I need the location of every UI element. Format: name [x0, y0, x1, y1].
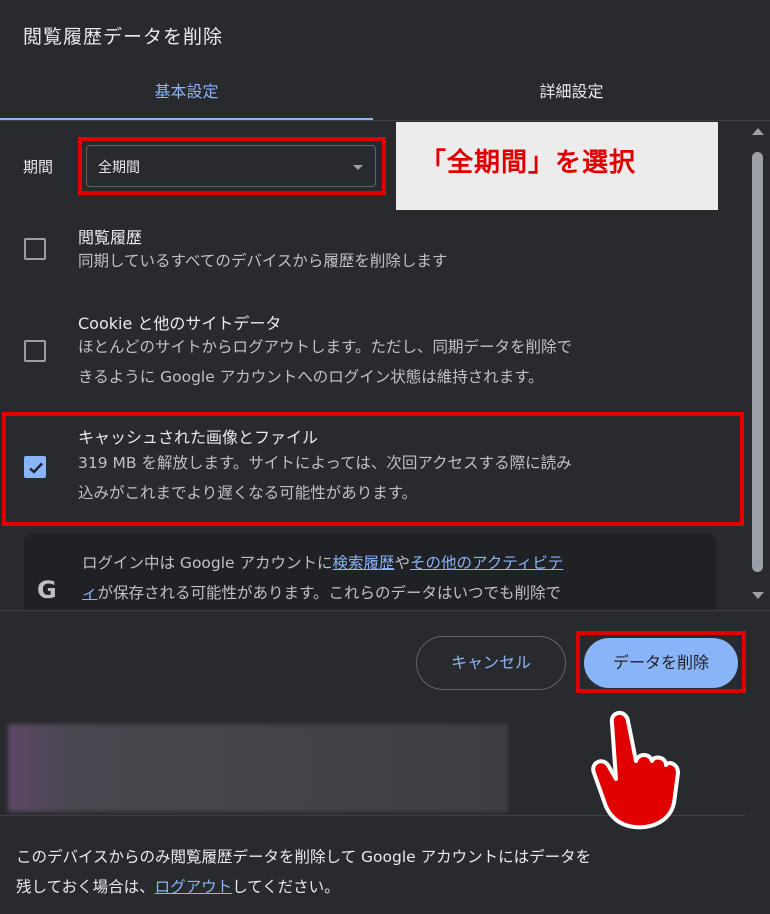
callout-text: 「全期間」を選択 — [420, 148, 637, 178]
tab-basic-settings[interactable]: 基本設定 — [0, 70, 373, 120]
item-description-line: きるように Google アカウントへのログイン状態は維持されます。 — [78, 368, 544, 386]
annotation-callout: 「全期間」を選択 — [396, 122, 718, 210]
cancel-button[interactable]: キャンセル — [416, 636, 566, 690]
blurred-account-area — [8, 724, 508, 812]
other-activity-link-cont[interactable]: ィ — [82, 584, 98, 602]
dialog-title: 閲覧履歴データを削除 — [23, 26, 224, 48]
logout-hint-text: このデバイスからのみ閲覧履歴データを削除して Google アカウントにはデータ… — [16, 842, 756, 902]
tab-advanced-settings[interactable]: 詳細設定 — [373, 70, 770, 120]
logout-link[interactable]: ログアウト — [155, 878, 233, 896]
period-selected-value: 全期間 — [98, 160, 140, 176]
logout-hint-part: 残しておく場合は、 — [16, 878, 155, 896]
pointing-hand-icon — [591, 711, 680, 830]
google-account-info-card: G ログイン中は Google アカウントに検索履歴やその他のアクティビティが保… — [24, 534, 716, 610]
info-text-part: が保存される可能性があります。これらのデータはいつでも削除で — [97, 584, 561, 602]
item-description-line: ほとんどのサイトからログアウトします。ただし、同期データを削除で — [78, 338, 572, 356]
scroll-up-arrow-icon[interactable] — [752, 128, 764, 135]
scroll-down-arrow-icon[interactable] — [752, 592, 764, 599]
item-title: 閲覧履歴 — [78, 228, 143, 247]
history-checkbox[interactable] — [24, 238, 46, 260]
info-text: ログイン中は Google アカウントに検索履歴やその他のアクティビティが保存さ… — [82, 548, 706, 608]
cache-checkbox[interactable] — [24, 456, 46, 478]
logout-hint-line: このデバイスからのみ閲覧履歴データを削除して Google アカウントにはデータ… — [16, 848, 592, 866]
tab-bar: 基本設定 詳細設定 — [0, 70, 770, 122]
dialog-content: 期間 全期間 「全期間」を選択 閲覧履歴 同期しているすべてのデバイスから履歴を… — [0, 122, 745, 610]
item-description: 同期しているすべてのデバイスから履歴を削除します — [78, 252, 448, 270]
item-description: 319 MB を解放します。サイトによっては、次回アクセスする際に読み 込みがこ… — [78, 448, 728, 508]
item-title: Cookie と他のサイトデータ — [78, 314, 282, 333]
checkbox-item-history: 閲覧履歴 同期しているすべてのデバイスから履歴を削除します — [0, 218, 745, 290]
cookies-checkbox[interactable] — [24, 340, 46, 362]
content-scrollbar[interactable] — [748, 122, 768, 610]
other-activity-link[interactable]: その他のアクティビテ — [410, 554, 563, 572]
info-text-part: や — [394, 554, 411, 572]
dropdown-caret-icon — [353, 165, 363, 170]
google-g-icon: G — [37, 576, 57, 604]
item-description-line: 319 MB を解放します。サイトによっては、次回アクセスする際に読み — [78, 454, 572, 472]
checkbox-item-cache: キャッシュされた画像とファイル 319 MB を解放します。サイトによっては、次… — [0, 420, 745, 516]
item-description-line: 込みがこれまでより遅くなる可能性があります。 — [78, 484, 418, 502]
footer-divider — [0, 610, 770, 611]
search-history-link[interactable]: 検索履歴 — [333, 554, 395, 572]
logout-hint-line: 残しておく場合は、ログアウトしてください。 — [16, 872, 756, 902]
delete-data-button[interactable]: データを削除 — [584, 638, 738, 688]
item-title: キャッシュされた画像とファイル — [78, 428, 319, 447]
checkmark-icon — [29, 462, 43, 474]
period-dropdown[interactable]: 全期間 — [86, 145, 376, 187]
logout-hint-part: してください。 — [232, 878, 340, 896]
checkbox-item-cookies: Cookie と他のサイトデータ ほとんどのサイトからログアウトします。ただし、… — [0, 304, 745, 400]
period-row: 期間 全期間 「全期間」を選択 — [0, 122, 745, 210]
period-label: 期間 — [23, 158, 54, 176]
info-text-part: ログイン中は Google アカウントに — [82, 554, 333, 572]
scroll-thumb[interactable] — [752, 152, 763, 572]
tab-divider — [0, 120, 770, 121]
clear-browsing-data-dialog: 閲覧履歴データを削除 基本設定 詳細設定 期間 全期間 「全期間」を選択 閲覧履… — [0, 0, 770, 718]
item-description: ほとんどのサイトからログアウトします。ただし、同期データを削除で きるように G… — [78, 332, 728, 392]
